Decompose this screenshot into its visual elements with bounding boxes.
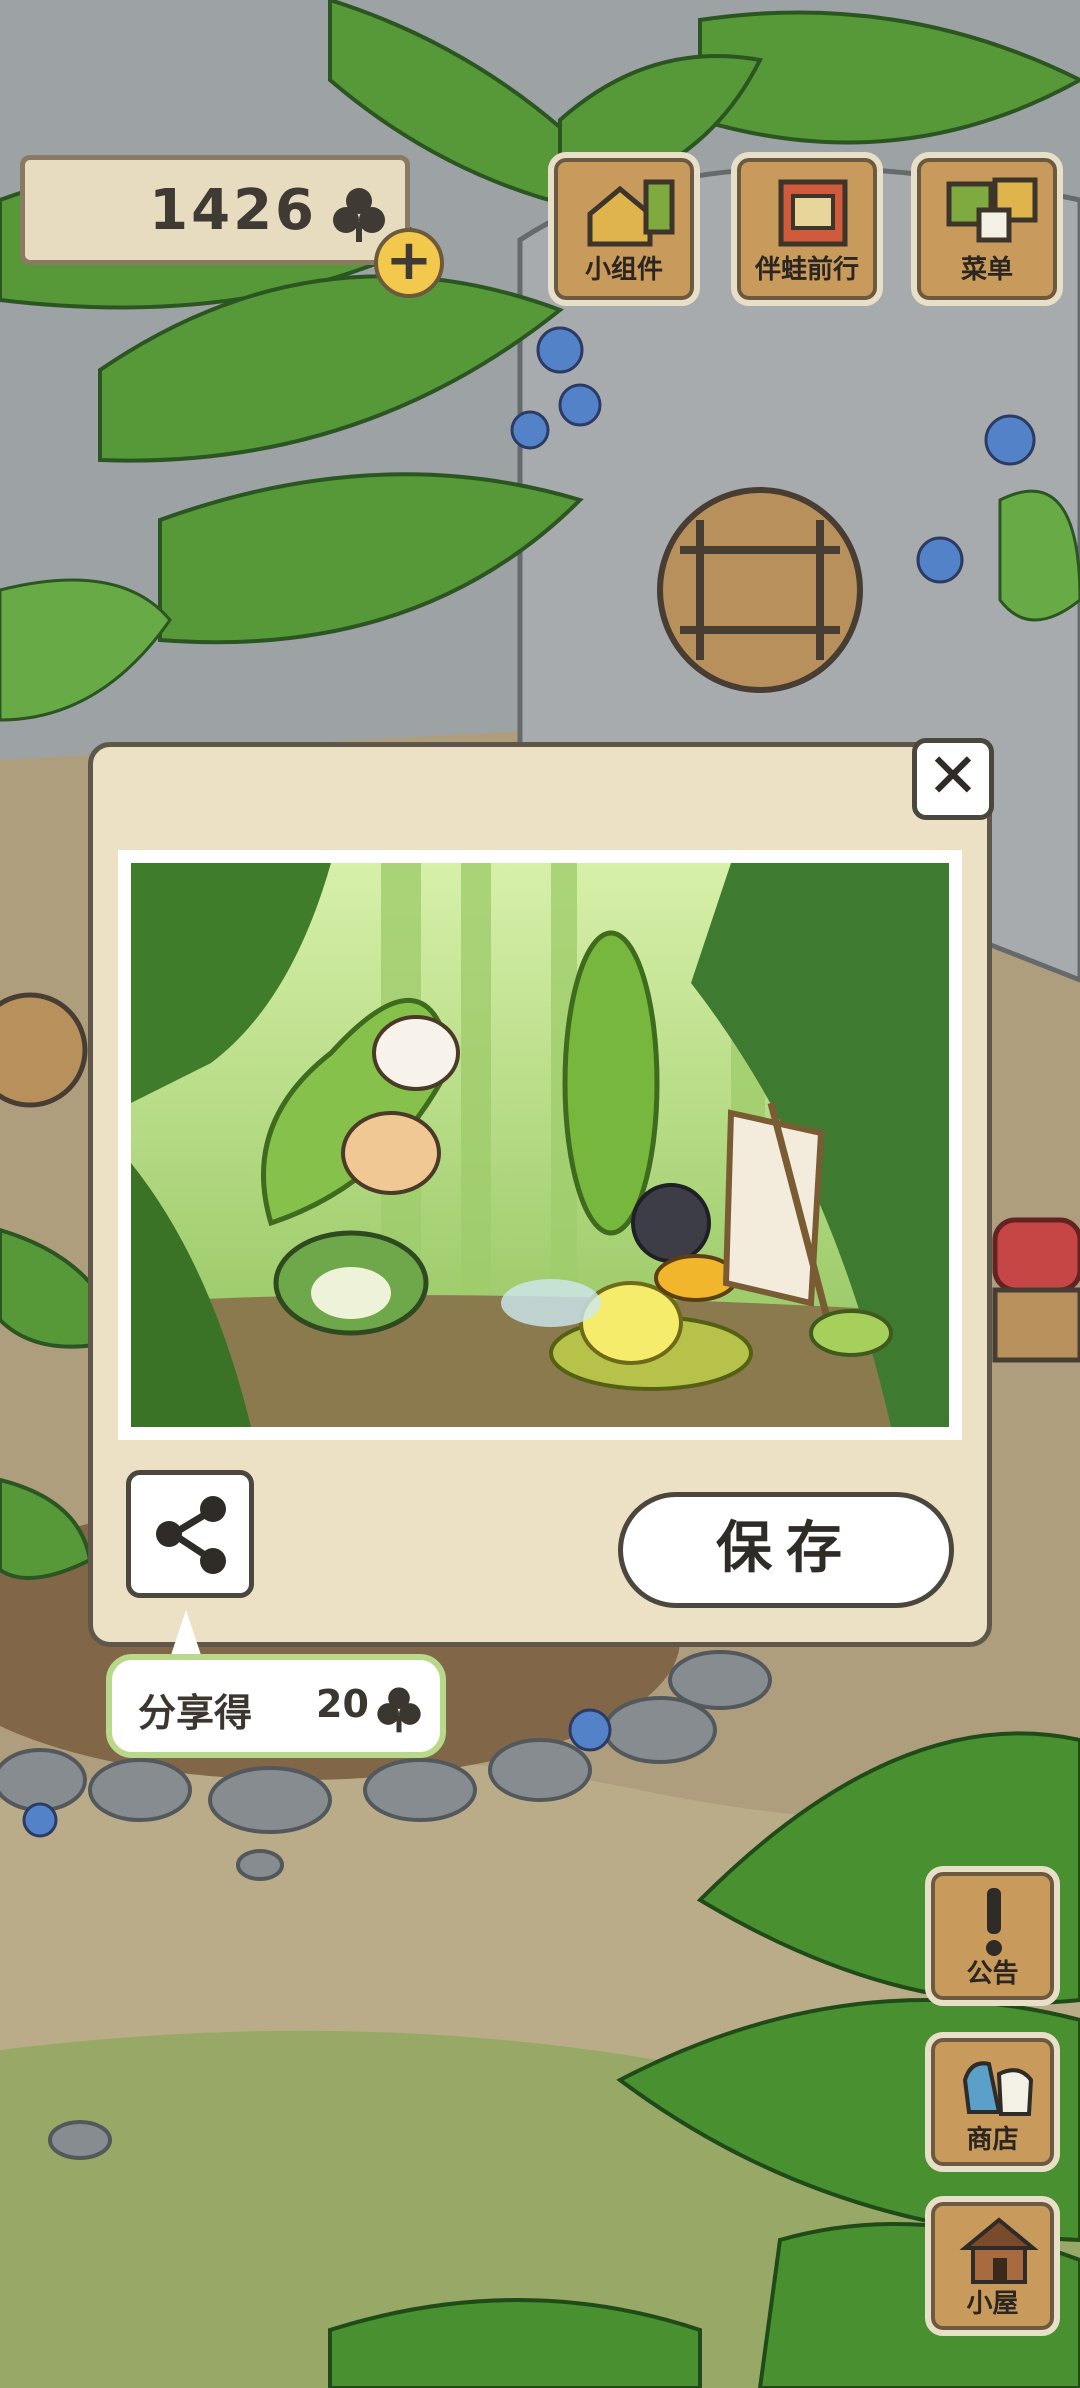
photo-illustration [131, 863, 949, 1427]
share-icon [156, 1496, 226, 1574]
house-icon [959, 2217, 1039, 2284]
announcement-button[interactable]: 公告 [925, 1866, 1060, 2006]
shop-label: 商店 [966, 2125, 1019, 2155]
close-button[interactable]: ✕ [912, 738, 994, 820]
share-reward-text: 分享得 [138, 1691, 253, 1735]
add-clover-button[interactable]: + [374, 228, 444, 298]
share-reward-amount: 20 [316, 1682, 369, 1726]
exclamation-icon [986, 1888, 1002, 1956]
house-label: 小屋 [966, 2289, 1019, 2319]
widget-button[interactable]: 小组件 [548, 152, 700, 306]
journey-button[interactable]: 伴蛙前行 [731, 152, 883, 306]
widget-label: 小组件 [584, 255, 663, 285]
journal-icon [778, 179, 848, 247]
save-button[interactable]: 保存 [618, 1492, 954, 1608]
close-icon: ✕ [927, 739, 979, 812]
menu-button[interactable]: 菜单 [911, 152, 1063, 306]
announcement-label: 公告 [966, 1959, 1019, 1989]
plus-icon: + [385, 228, 433, 293]
tooltip-tail [170, 1610, 202, 1658]
frog-photo [131, 863, 949, 1427]
clover-icon [377, 1687, 421, 1733]
shop-button[interactable]: 商店 [925, 2032, 1060, 2172]
house-button[interactable]: 小屋 [925, 2196, 1060, 2336]
journey-label: 伴蛙前行 [754, 255, 859, 285]
clover-counter: 1426 [20, 155, 410, 265]
menu-icon [946, 177, 1038, 243]
shop-bags-icon [962, 2061, 1034, 2116]
share-reward-tooltip: 分享得 20 [106, 1654, 446, 1758]
widget-icon [587, 179, 675, 247]
photo-frame [118, 850, 962, 1440]
menu-label: 菜单 [960, 255, 1013, 285]
clover-icon [333, 188, 385, 242]
share-button[interactable] [126, 1470, 254, 1598]
clover-count: 1426 [149, 178, 317, 243]
